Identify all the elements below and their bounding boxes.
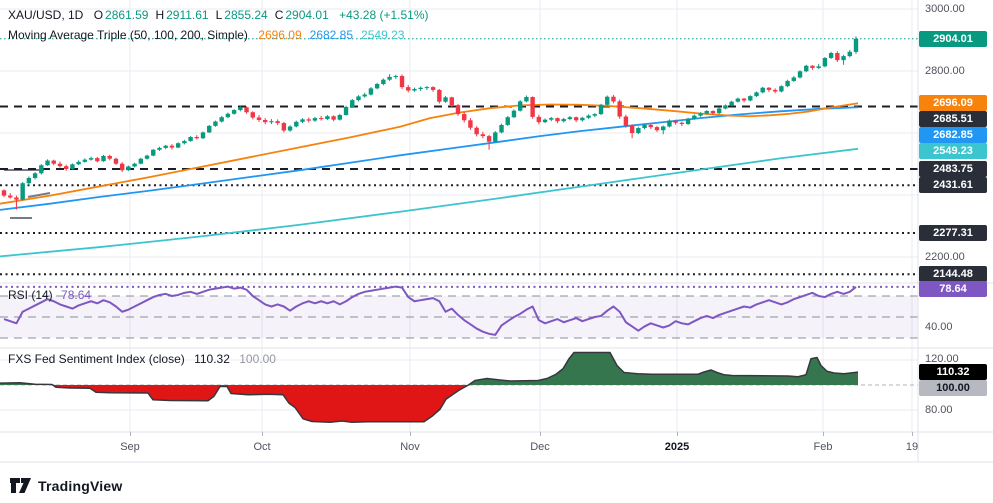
- time-axis-tick: [912, 432, 913, 436]
- price-axis-label: 80.00: [918, 404, 993, 416]
- ohlc-key: C: [275, 8, 284, 22]
- ma-value: 2696.09: [258, 28, 301, 42]
- time-axis-tick: [540, 432, 541, 436]
- price-axis-label: 2800.00: [918, 65, 993, 77]
- ohlc-key: H: [155, 8, 164, 22]
- price-badge: 2431.61: [919, 177, 987, 193]
- price-badge: 2144.48: [919, 266, 987, 282]
- chart-canvas[interactable]: [0, 0, 993, 503]
- price-badge: 2696.09: [919, 95, 987, 111]
- ohlc-values: O2861.59 H2911.61 L2855.24 C2904.01: [94, 8, 336, 22]
- price-badge: 2277.31: [919, 225, 987, 241]
- ohlc-key: L: [216, 8, 223, 22]
- time-axis-tick: [130, 432, 131, 436]
- time-axis-tick: [823, 432, 824, 436]
- time-axis-label: Nov: [400, 441, 420, 453]
- ohlc-value: 2861.59: [105, 8, 148, 22]
- price-axis-label: 40.00: [918, 321, 993, 333]
- change-value: +43.28 (+1.51%): [339, 8, 428, 22]
- ohlc-value: 2904.01: [285, 8, 328, 22]
- ma-indicator-title[interactable]: Moving Average Triple (50, 100, 200, Sim…: [8, 28, 248, 42]
- price-badge: 100.00: [919, 380, 987, 396]
- tradingview-logo-text: TradingView: [38, 478, 122, 494]
- fed-indicator-label[interactable]: FXS Fed Sentiment Index (close) 110.32 1…: [8, 352, 276, 366]
- rsi-indicator-label[interactable]: RSI (14) 78.64: [8, 288, 91, 302]
- ma-values: 2696.09 2682.85 2549.23: [258, 28, 412, 42]
- symbol-title[interactable]: XAU/USD, 1D: [8, 8, 83, 22]
- ohlc-key: O: [94, 8, 103, 22]
- fed-title[interactable]: FXS Fed Sentiment Index (close): [8, 352, 185, 366]
- price-badge: 78.64: [919, 281, 987, 297]
- ohlc-value: 2855.24: [224, 8, 267, 22]
- time-axis-label: Dec: [530, 441, 550, 453]
- legend-ma-line[interactable]: Moving Average Triple (50, 100, 200, Sim…: [8, 28, 412, 42]
- price-badge: 2483.75: [919, 161, 987, 177]
- price-badge: 2549.23: [919, 143, 987, 159]
- time-axis-tick: [262, 432, 263, 436]
- time-axis-label: 19: [906, 441, 918, 453]
- ma-value: 2549.23: [361, 28, 404, 42]
- rsi-title[interactable]: RSI (14): [8, 288, 53, 302]
- fed-value: 110.32: [194, 352, 230, 366]
- price-axis-label: 3000.00: [918, 3, 993, 15]
- price-badge: 2682.85: [919, 127, 987, 143]
- time-axis-tick: [410, 432, 411, 436]
- rsi-value: 78.64: [61, 288, 91, 302]
- time-axis-tick: [677, 432, 678, 436]
- price-axis-label: 2200.00: [918, 251, 993, 263]
- time-axis[interactable]: Sep Oct Nov Dec 2025 Feb 19: [0, 432, 993, 462]
- tradingview-logo-icon: [10, 477, 32, 494]
- ma-value: 2682.85: [310, 28, 353, 42]
- time-axis-label: 2025: [665, 441, 689, 453]
- time-axis-label: Oct: [253, 441, 270, 453]
- price-badge: 110.32: [919, 364, 987, 380]
- ohlc-value: 2911.61: [166, 8, 209, 22]
- legend-symbol-line[interactable]: XAU/USD, 1D O2861.59 H2911.61 L2855.24 C290…: [8, 8, 429, 22]
- time-axis-label: Sep: [120, 441, 140, 453]
- time-axis-label: Feb: [814, 441, 833, 453]
- price-badge: 2904.01: [919, 31, 987, 47]
- fed-baseline-value: 100.00: [239, 352, 276, 366]
- price-badge: 2685.51: [919, 111, 987, 127]
- chart-root: XAU/USD, 1D O2861.59H2911.61L2855.24C290…: [0, 0, 993, 503]
- tradingview-logo[interactable]: TradingView: [10, 477, 122, 494]
- price-axis[interactable]: 3000.002800.002200.0040.00120.0080.00290…: [918, 0, 993, 462]
